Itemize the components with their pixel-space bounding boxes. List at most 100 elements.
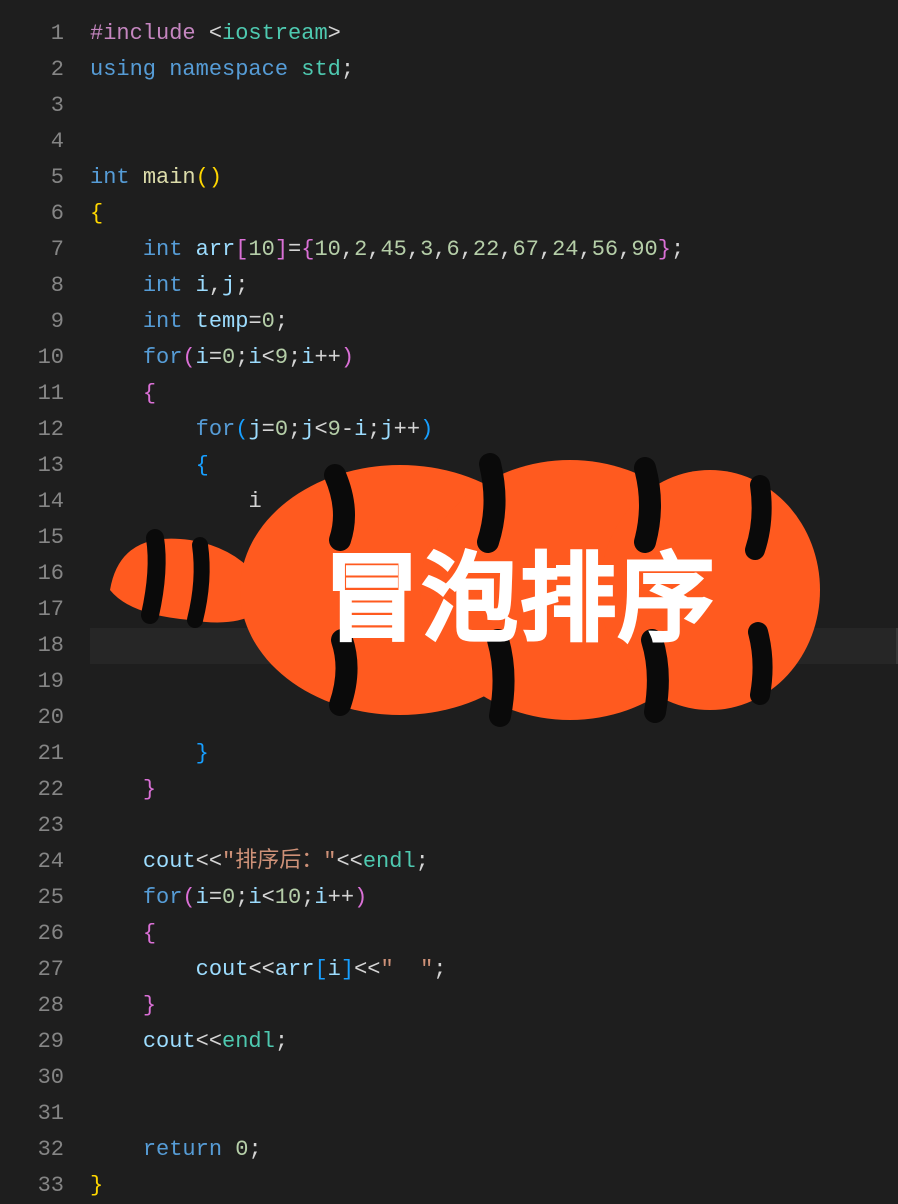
- code-line[interactable]: int main(): [90, 160, 898, 196]
- token-op: ++: [314, 345, 340, 370]
- code-line[interactable]: }: [90, 772, 898, 808]
- token-ig: [143, 957, 196, 982]
- line-number: 12: [0, 412, 90, 448]
- token-str: " ": [380, 957, 433, 982]
- token-op: ,: [618, 237, 631, 262]
- token-ig: [90, 993, 143, 1018]
- code-line[interactable]: int temp=0;: [90, 304, 898, 340]
- token-br3: (: [235, 417, 248, 442]
- token-br2: {: [301, 237, 314, 262]
- line-number: 15: [0, 520, 90, 556]
- code-line[interactable]: {: [90, 376, 898, 412]
- code-line[interactable]: {: [90, 916, 898, 952]
- code-area[interactable]: #include <iostream>using namespace std; i…: [90, 0, 898, 1198]
- code-line[interactable]: {: [90, 448, 898, 484]
- code-line[interactable]: int i,j;: [90, 268, 898, 304]
- code-line[interactable]: for(i=0;i<9;i++): [90, 340, 898, 376]
- code-line[interactable]: [90, 88, 898, 124]
- line-number: 23: [0, 808, 90, 844]
- token-ig: [90, 561, 143, 586]
- line-number: 6: [0, 196, 90, 232]
- token-ig: [90, 597, 143, 622]
- token-op: [222, 1137, 235, 1162]
- code-line[interactable]: {: [90, 196, 898, 232]
- token-op: =: [262, 417, 275, 442]
- code-line[interactable]: [90, 808, 898, 844]
- line-number: 5: [0, 160, 90, 196]
- code-line[interactable]: cout<<arr[i]<<" ";: [90, 952, 898, 988]
- token-var: i: [196, 885, 209, 910]
- token-var: j: [314, 489, 327, 514]
- token-ig: [90, 885, 143, 910]
- token-var: j: [248, 417, 261, 442]
- token-var: j: [222, 273, 235, 298]
- token-var: cout: [143, 1029, 196, 1054]
- token-op: ;: [671, 237, 684, 262]
- token-br3: [: [314, 957, 327, 982]
- token-op: >: [328, 21, 341, 46]
- token-var: i: [328, 957, 341, 982]
- code-line[interactable]: }: [90, 1168, 898, 1204]
- token-br1: [: [380, 489, 393, 514]
- token-op: ;: [288, 417, 301, 442]
- code-line[interactable]: cout<<endl;: [90, 1024, 898, 1060]
- token-kw: for: [143, 885, 183, 910]
- line-number: 7: [0, 232, 90, 268]
- line-number: 31: [0, 1096, 90, 1132]
- code-line[interactable]: #include <iostream>: [90, 16, 898, 52]
- line-number: 26: [0, 916, 90, 952]
- line-number: 28: [0, 988, 90, 1024]
- line-number: 20: [0, 700, 90, 736]
- token-br2: {: [143, 381, 156, 406]
- token-ig: [143, 417, 196, 442]
- code-line[interactable]: [90, 628, 898, 664]
- code-line[interactable]: }: [90, 988, 898, 1024]
- code-line[interactable]: return 0;: [90, 1132, 898, 1168]
- token-op: <: [262, 345, 275, 370]
- code-line[interactable]: for(j=0;j<9-i;j++): [90, 412, 898, 448]
- token-ig: [90, 849, 143, 874]
- token-op: [130, 165, 143, 190]
- token-ig: [90, 669, 143, 694]
- line-number: 17: [0, 592, 90, 628]
- token-ig: [90, 921, 143, 946]
- code-line[interactable]: [90, 1060, 898, 1096]
- line-number: 8: [0, 268, 90, 304]
- code-line[interactable]: using namespace std;: [90, 52, 898, 88]
- code-line[interactable]: [90, 124, 898, 160]
- token-num: 0: [222, 345, 235, 370]
- code-line[interactable]: int arr[10]={10,2,45,3,6,22,67,24,56,90}…: [90, 232, 898, 268]
- code-editor[interactable]: 1234567891011121314151617181920212223242…: [0, 0, 898, 1198]
- code-line[interactable]: [90, 700, 898, 736]
- line-number: 21: [0, 736, 90, 772]
- token-br1: ): [209, 165, 222, 190]
- token-var: i: [248, 345, 261, 370]
- token-op: =: [248, 309, 261, 334]
- token-var: j: [380, 417, 393, 442]
- token-op: ,: [499, 237, 512, 262]
- code-line[interactable]: [90, 520, 898, 556]
- token-var: arr: [196, 237, 236, 262]
- token-br2: ): [341, 345, 354, 370]
- token-op: ;: [416, 849, 429, 874]
- token-op: <<: [336, 849, 362, 874]
- token-var: i: [354, 417, 367, 442]
- code-line[interactable]: cout<<"排序后："<<endl;: [90, 844, 898, 880]
- code-line[interactable]: [90, 556, 898, 592]
- token-op: ,: [433, 237, 446, 262]
- token-br1: (: [196, 165, 209, 190]
- token-op: ;: [288, 345, 301, 370]
- line-number: 29: [0, 1024, 90, 1060]
- token-ty: endl: [222, 1029, 275, 1054]
- token-br1: ]: [433, 489, 446, 514]
- token-br1: [: [301, 489, 314, 514]
- code-line[interactable]: [90, 664, 898, 700]
- code-line[interactable]: i [j] [j+1]): [90, 484, 898, 520]
- code-line[interactable]: [90, 1096, 898, 1132]
- code-line[interactable]: for(i=0;i<10;i++): [90, 880, 898, 916]
- token-num: 24: [552, 237, 578, 262]
- token-ig: [90, 741, 143, 766]
- code-line[interactable]: [90, 592, 898, 628]
- token-num: 2: [354, 237, 367, 262]
- code-line[interactable]: }: [90, 736, 898, 772]
